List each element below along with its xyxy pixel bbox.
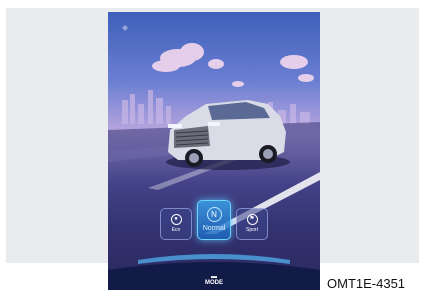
- corner-indicator-icon: ◈: [122, 23, 129, 32]
- normal-label: Normal: [202, 225, 226, 232]
- mode-tab[interactable]: ▬ MODE: [194, 274, 234, 290]
- scene-illustration: [108, 43, 320, 290]
- mode-tab-label: MODE: [205, 280, 223, 286]
- eco-mode-button[interactable]: ● Eco: [160, 208, 192, 240]
- sport-mode-button[interactable]: ⚑ Sport: [236, 208, 268, 240]
- figure-caption: OMT1E-4351: [327, 276, 406, 291]
- suv-illustration: [166, 100, 290, 170]
- eco-label: Eco: [171, 227, 181, 233]
- normal-mode-button[interactable]: N Normal: [197, 200, 231, 240]
- clouds: [152, 43, 314, 87]
- sport-label: Sport: [246, 227, 258, 233]
- sport-icon: ⚑: [246, 214, 258, 225]
- eco-icon: ●: [170, 214, 182, 225]
- drive-mode-screen: ◈ ● Eco N Normal ⚑ Sport ▬ MODE: [108, 12, 320, 290]
- normal-icon: N: [206, 207, 222, 222]
